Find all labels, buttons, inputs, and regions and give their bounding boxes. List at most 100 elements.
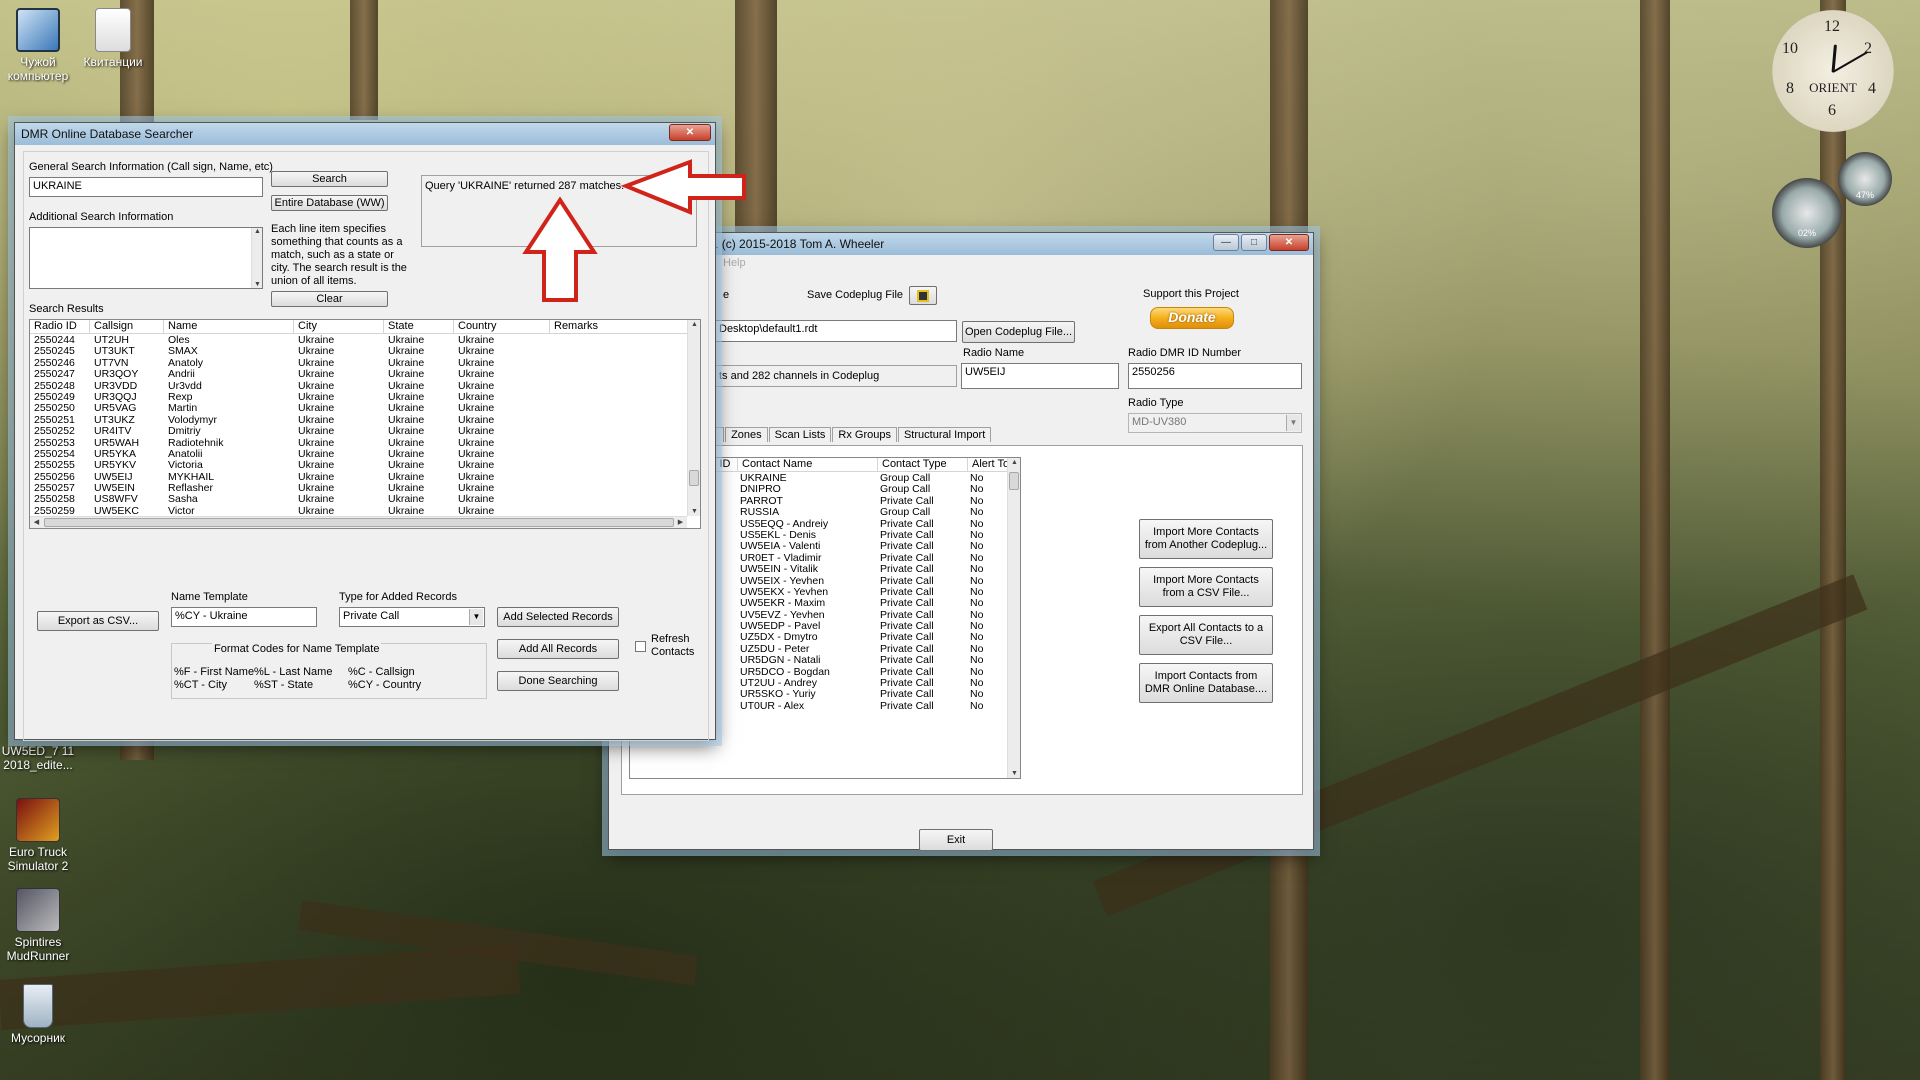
tab-rx-groups[interactable]: Rx Groups <box>832 427 897 442</box>
additional-search-input[interactable]: ▲ ▼ <box>29 227 263 289</box>
name-template-input[interactable]: %CY - Ukraine <box>171 607 317 627</box>
clear-button[interactable]: Clear <box>271 291 388 307</box>
scroll-thumb[interactable] <box>689 470 699 486</box>
export-csv-button[interactable]: Export as CSV... <box>37 611 159 631</box>
add-selected-records-button[interactable]: Add Selected Records <box>497 607 619 627</box>
radio-type-label: Radio Type <box>1128 397 1184 409</box>
scroll-down-icon[interactable]: ▼ <box>688 508 700 515</box>
column-header-city[interactable]: City <box>294 320 384 333</box>
desktop-icon-euro-truck[interactable]: Euro Truck Simulator 2 <box>0 798 76 873</box>
table-cell: UR5YKV <box>94 460 137 472</box>
name-template-label: Name Template <box>171 591 248 603</box>
desktop-icon-recycle-bin[interactable]: Мусорник <box>0 984 76 1045</box>
maximize-button[interactable]: □ <box>1241 234 1267 251</box>
table-cell: UT0UR - Alex <box>740 700 805 712</box>
import-dmr-database-button[interactable]: Import Contacts from DMR Online Database… <box>1139 663 1273 703</box>
scroll-left-icon[interactable]: ◀ <box>30 518 43 526</box>
import-codeplug-button[interactable]: Import More Contacts from Another Codepl… <box>1139 519 1273 559</box>
table-cell: 2550250 <box>34 403 75 415</box>
column-header-state[interactable]: State <box>384 320 454 333</box>
table-cell: Ukraine <box>458 426 495 438</box>
table-cell: UR5VAG <box>94 403 137 415</box>
search-result-row[interactable]: 2550255 UR5YKV Victoria Ukraine Ukraine Ukrai… <box>30 460 688 471</box>
scroll-right-icon[interactable]: ▶ <box>674 518 687 526</box>
desktop-icon-computer[interactable]: Чужой компьютер <box>0 8 76 83</box>
desktop-icon-receipts[interactable]: Квитанции <box>75 8 151 69</box>
tab-structural-import[interactable]: Structural Import <box>897 427 992 442</box>
general-search-input[interactable]: UKRAINE <box>29 177 263 197</box>
search-button[interactable]: Search <box>271 171 388 187</box>
radio-name-input[interactable]: UW5EIJ <box>961 363 1119 389</box>
import-csv-button[interactable]: Import More Contacts from a CSV File... <box>1139 567 1273 607</box>
minimize-button[interactable]: — <box>1213 234 1239 251</box>
radio-type-select[interactable]: MD-UV380 ▼ <box>1128 413 1302 433</box>
search-result-row[interactable]: 2550253 UR5WAH Radiotehnik Ukraine Ukraine Uk… <box>30 438 688 449</box>
cpu-meter-gadget[interactable]: 02% <box>1772 178 1842 248</box>
scroll-up-icon[interactable]: ▲ <box>688 321 700 328</box>
search-result-row[interactable]: 2550250 UR5VAG Martin Ukraine Ukraine Ukraine <box>30 403 688 414</box>
column-header-contact-name[interactable]: Contact Name <box>738 458 878 471</box>
done-searching-button[interactable]: Done Searching <box>497 671 619 691</box>
search-result-row[interactable]: 2550249 UR3QQJ Rexp Ukraine Ukraine Ukraine <box>30 392 688 403</box>
table-cell: Ukraine <box>298 335 335 346</box>
spintires-icon <box>16 888 60 932</box>
search-result-row[interactable]: 2550252 UR4ITV Dmitriy Ukraine Ukraine Ukrain… <box>30 426 688 437</box>
column-header-country[interactable]: Country <box>454 320 550 333</box>
search-result-row[interactable]: 2550247 UR3QOY Andrii Ukraine Ukraine Ukraine <box>30 369 688 380</box>
export-csv-button[interactable]: Export All Contacts to a CSV File... <box>1139 615 1273 655</box>
scroll-up-icon[interactable]: ▲ <box>1008 459 1020 466</box>
table-cell: Ukraine <box>388 335 425 346</box>
results-vertical-scrollbar[interactable]: ▲ ▼ <box>687 320 700 516</box>
memory-meter-gadget[interactable]: 47% <box>1838 152 1892 206</box>
tab-fragment[interactable] <box>715 427 725 442</box>
search-result-row[interactable]: 2550257 UW5EIN Reflasher Ukraine Ukraine Ukra… <box>30 483 688 494</box>
desktop-icon-edited-file[interactable]: UW5ED_7 11 2018_edite... <box>0 744 76 772</box>
table-cell: Ukraine <box>458 346 495 358</box>
searcher-titlebar[interactable]: DMR Online Database Searcher ✕ <box>15 123 715 145</box>
column-header-remarks[interactable]: Remarks <box>550 320 688 333</box>
scroll-thumb[interactable] <box>1009 472 1019 490</box>
search-result-row[interactable]: 2550256 UW5EIJ MYKHAIL Ukraine Ukraine Ukrain… <box>30 472 688 483</box>
scroll-thumb[interactable] <box>44 518 674 527</box>
search-result-row[interactable]: 2550245 UT3UKT SMAX Ukraine Ukraine Ukraine <box>30 346 688 357</box>
refresh-contacts-checkbox[interactable] <box>635 641 646 652</box>
type-for-added-select[interactable]: Private Call ▼ <box>339 607 485 627</box>
codeplug-path-field[interactable]: Desktop\default1.rdt <box>715 320 957 342</box>
menu-help[interactable]: Help <box>723 257 746 269</box>
euro-truck-icon <box>16 798 60 842</box>
add-all-records-button[interactable]: Add All Records <box>497 639 619 659</box>
search-result-row[interactable]: 2550251 UT3UKZ Volodymyr Ukraine Ukraine Ukra… <box>30 415 688 426</box>
table-cell: Ukraine <box>458 460 495 472</box>
close-button[interactable]: ✕ <box>1269 234 1309 251</box>
close-button[interactable]: ✕ <box>669 124 711 141</box>
donate-button[interactable]: Donate <box>1150 307 1234 329</box>
exit-button[interactable]: Exit <box>919 829 993 851</box>
search-results-list[interactable]: Radio ID Callsign Name City State Countr… <box>29 319 701 529</box>
column-header-callsign[interactable]: Callsign <box>90 320 164 333</box>
scroll-down-icon[interactable]: ▼ <box>1008 770 1020 777</box>
column-header-name[interactable]: Name <box>164 320 294 333</box>
open-codeplug-button[interactable]: Open Codeplug File... <box>962 321 1075 343</box>
scroll-up-icon[interactable]: ▲ <box>252 228 262 235</box>
search-result-row[interactable]: 2550248 UR3VDD Ur3vdd Ukraine Ukraine Ukraine <box>30 381 688 392</box>
search-result-row[interactable]: 2550244 UT2UH Oles Ukraine Ukraine Ukraine <box>30 335 688 346</box>
table-cell: UR5YKA <box>94 448 137 460</box>
clock-gadget[interactable]: 12 2 4 6 8 10 ORIENT <box>1772 10 1894 132</box>
search-result-row[interactable]: 2550246 UT7VN Anatoly Ukraine Ukraine Ukraine <box>30 358 688 369</box>
desktop-icon-spintires[interactable]: Spintires MudRunner <box>0 888 76 963</box>
column-header-contact-type[interactable]: Contact Type <box>878 458 968 471</box>
tab-zones[interactable]: Zones <box>725 427 768 442</box>
results-horizontal-scrollbar[interactable]: ◀ ▶ <box>30 516 687 528</box>
save-codeplug-button[interactable] <box>909 286 937 305</box>
tab-scan-lists[interactable]: Scan Lists <box>768 427 832 442</box>
additional-scrollbar[interactable]: ▲ ▼ <box>251 228 262 288</box>
search-result-row[interactable]: 2550258 US8WFV Sasha Ukraine Ukraine Ukraine <box>30 494 688 505</box>
search-result-row[interactable]: 2550254 UR5YKA Anatolii Ukraine Ukraine Ukrai… <box>30 449 688 460</box>
scroll-down-icon[interactable]: ▼ <box>252 281 262 288</box>
entire-database-button[interactable]: Entire Database (WW) <box>271 195 388 211</box>
contacts-vertical-scrollbar[interactable]: ▲ ▼ <box>1007 458 1020 778</box>
radio-id-input[interactable]: 2550256 <box>1128 363 1302 389</box>
column-header-radio-id[interactable]: Radio ID <box>30 320 90 333</box>
table-cell: Ukraine <box>388 369 425 381</box>
table-cell: UW5EIN - Vitalik <box>740 564 818 576</box>
